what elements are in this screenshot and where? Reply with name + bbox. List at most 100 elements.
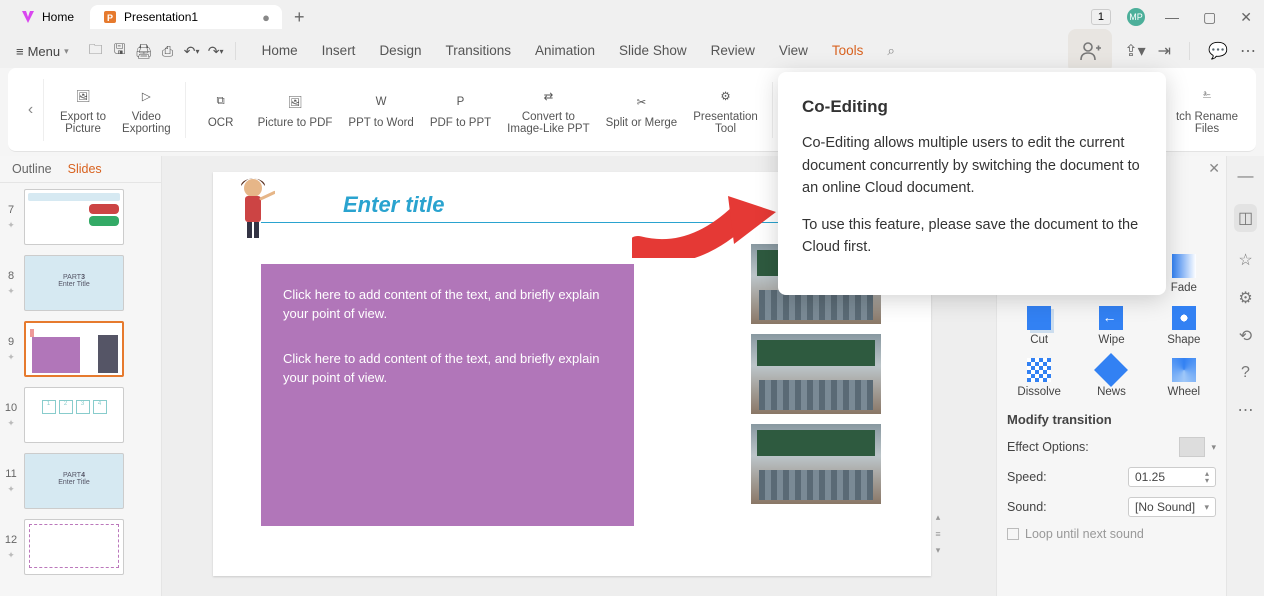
co-editing-button[interactable] xyxy=(1068,29,1112,73)
rib-video-export[interactable]: ▷Video Exporting xyxy=(114,75,179,145)
rail-settings-icon[interactable]: ⚙ xyxy=(1238,288,1252,308)
menu-view[interactable]: View xyxy=(779,43,808,59)
thumb-10[interactable]: 1234 xyxy=(24,387,124,443)
rail-more-icon[interactable]: ⋯ xyxy=(1238,400,1254,420)
slide-image-3[interactable] xyxy=(751,424,881,504)
share-icon[interactable]: ⇪▾ xyxy=(1124,41,1145,61)
wps-logo-icon xyxy=(20,9,36,25)
modify-heading: Modify transition xyxy=(1007,412,1216,427)
preview-icon[interactable]: ⎙ xyxy=(157,40,179,62)
page-indicator[interactable]: 1 xyxy=(1091,9,1111,25)
speed-input[interactable]: 01.25▴▾ xyxy=(1128,467,1216,487)
thumb-8[interactable]: PART3Enter Title xyxy=(24,255,124,311)
user-avatar[interactable]: MP xyxy=(1127,8,1145,26)
menu-transitions[interactable]: Transitions xyxy=(445,43,511,59)
ppt-file-icon: P xyxy=(102,9,118,25)
open-folder-icon[interactable]: 🗀 xyxy=(85,40,107,62)
menu-tools[interactable]: Tools xyxy=(832,43,864,59)
thumb-12[interactable] xyxy=(24,519,124,575)
tab-modified-icon[interactable]: ● xyxy=(262,10,270,25)
undo-icon[interactable]: ↶▾ xyxy=(181,40,203,62)
trans-shape[interactable]: Shape xyxy=(1152,306,1216,346)
speed-label: Speed: xyxy=(1007,470,1047,484)
menu-design[interactable]: Design xyxy=(379,43,421,59)
panel-close-icon[interactable]: ✕ xyxy=(1208,160,1220,177)
thumbnail-list: 7✦ 8✦PART3Enter Title 9✦ 10✦1234 11✦PART… xyxy=(0,183,161,585)
picture-icon: 🖼 xyxy=(71,85,95,107)
rib-label: Split or Merge xyxy=(606,117,678,129)
effect-options-dropdown[interactable]: ▾ xyxy=(1179,437,1216,457)
rail-help-icon[interactable]: ? xyxy=(1241,364,1250,382)
menu-slideshow[interactable]: Slide Show xyxy=(619,43,687,59)
slide-title[interactable]: Enter title xyxy=(343,192,444,218)
rib-pic-pdf[interactable]: 🖼Picture to PDF xyxy=(250,75,341,145)
slide-text-box[interactable]: Click here to add content of the text, a… xyxy=(261,264,634,526)
rib-split-merge[interactable]: ✂ Split or Merge xyxy=(598,75,686,145)
hamburger-icon: ≡ xyxy=(16,44,24,59)
tooltip-p2: To use this feature, please save the doc… xyxy=(802,214,1142,259)
ribbon-scroll-left[interactable]: ‹ xyxy=(18,79,44,141)
search-icon[interactable]: ⌕ xyxy=(887,43,895,59)
thumb-11[interactable]: PART4Enter Title xyxy=(24,453,124,509)
tab-slides[interactable]: Slides xyxy=(68,162,102,176)
tab-document[interactable]: P Presentation1 ● xyxy=(90,5,282,29)
tab-document-label: Presentation1 xyxy=(124,10,198,24)
tab-home[interactable]: Home xyxy=(8,5,86,29)
menu-home[interactable]: Home xyxy=(262,43,298,59)
rib-ppt-word[interactable]: WPPT to Word xyxy=(340,75,421,145)
rib-pdf-ppt[interactable]: PPDF to PPT xyxy=(422,75,499,145)
rib-convert-image[interactable]: ⇄ Convert to Image-Like PPT xyxy=(499,75,597,145)
rail-favorite-icon[interactable]: ☆ xyxy=(1238,250,1252,270)
slide-panel-tabs: Outline Slides xyxy=(0,156,161,183)
pdf-ppt-icon: P xyxy=(448,91,472,113)
rib-label: Picture to PDF xyxy=(258,117,333,129)
trans-wheel[interactable]: Wheel xyxy=(1152,358,1216,398)
print-icon[interactable]: 🖨 xyxy=(133,40,155,62)
new-tab-button[interactable]: + xyxy=(286,7,313,28)
effect-options-label: Effect Options: xyxy=(1007,440,1089,454)
tab-outline[interactable]: Outline xyxy=(12,162,52,176)
co-editing-icon xyxy=(1077,38,1103,64)
more-icon[interactable]: ⋯ xyxy=(1240,41,1256,61)
rail-transitions-icon[interactable]: ◫ xyxy=(1234,204,1257,232)
checkbox-icon xyxy=(1007,528,1019,540)
tooltip-title: Co-Editing xyxy=(802,94,1142,120)
save-icon[interactable]: 🖫 xyxy=(109,40,131,62)
slide-image-2[interactable] xyxy=(751,334,881,414)
rail-minimize-icon[interactable]: — xyxy=(1238,168,1254,186)
tooltip-p1: Co-Editing allows multiple users to edit… xyxy=(802,132,1142,199)
thumb-9[interactable] xyxy=(24,321,124,377)
export-icon[interactable]: ⇥ xyxy=(1158,41,1171,61)
menu-insert[interactable]: Insert xyxy=(322,43,356,59)
menu-review[interactable]: Review xyxy=(711,43,755,59)
menu-animation[interactable]: Animation xyxy=(535,43,595,59)
thumb-7[interactable] xyxy=(24,189,124,245)
rail-history-icon[interactable]: ⟲ xyxy=(1239,326,1252,346)
teacher-figure-icon xyxy=(231,176,275,240)
minimize-icon[interactable]: — xyxy=(1161,9,1183,25)
redo-icon[interactable]: ↷▾ xyxy=(205,40,227,62)
sound-dropdown[interactable]: [No Sound]▾ xyxy=(1128,497,1216,517)
video-icon: ▷ xyxy=(134,85,158,107)
rib-ocr[interactable]: ⧉OCR xyxy=(192,75,250,145)
rib-presentation-tool[interactable]: ⚙Presentation Tool xyxy=(685,75,766,145)
rib-export-picture[interactable]: 🖼Export to Picture xyxy=(52,75,114,145)
close-window-icon[interactable]: ✕ xyxy=(1236,9,1256,26)
trans-cut[interactable]: Cut xyxy=(1007,306,1071,346)
annotation-arrow-icon xyxy=(632,192,780,258)
loop-checkbox-row[interactable]: Loop until next sound xyxy=(1007,527,1216,541)
maximize-icon[interactable]: ▢ xyxy=(1199,9,1220,26)
trans-wipe[interactable]: ←Wipe xyxy=(1079,306,1143,346)
rib-batch-rename[interactable]: ⎁tch Rename Files xyxy=(1168,75,1246,145)
trans-dissolve[interactable]: Dissolve xyxy=(1007,358,1071,398)
slide-body-2: Click here to add content of the text, a… xyxy=(283,350,612,388)
hamburger-menu[interactable]: ≡ Menu ▾ xyxy=(8,40,77,63)
comment-icon[interactable]: 💬 xyxy=(1208,41,1228,61)
trans-news[interactable]: News xyxy=(1079,358,1143,398)
rib-label: Convert to Image-Like PPT xyxy=(507,111,589,135)
convert-icon: ⇄ xyxy=(536,85,560,107)
batch-icon: ⎁ xyxy=(1195,85,1219,107)
split-icon: ✂ xyxy=(629,91,653,113)
right-rail: — ◫ ☆ ⚙ ⟲ ? ⋯ xyxy=(1226,156,1264,596)
slide-panel: Outline Slides 7✦ 8✦PART3Enter Title 9✦ … xyxy=(0,156,162,596)
